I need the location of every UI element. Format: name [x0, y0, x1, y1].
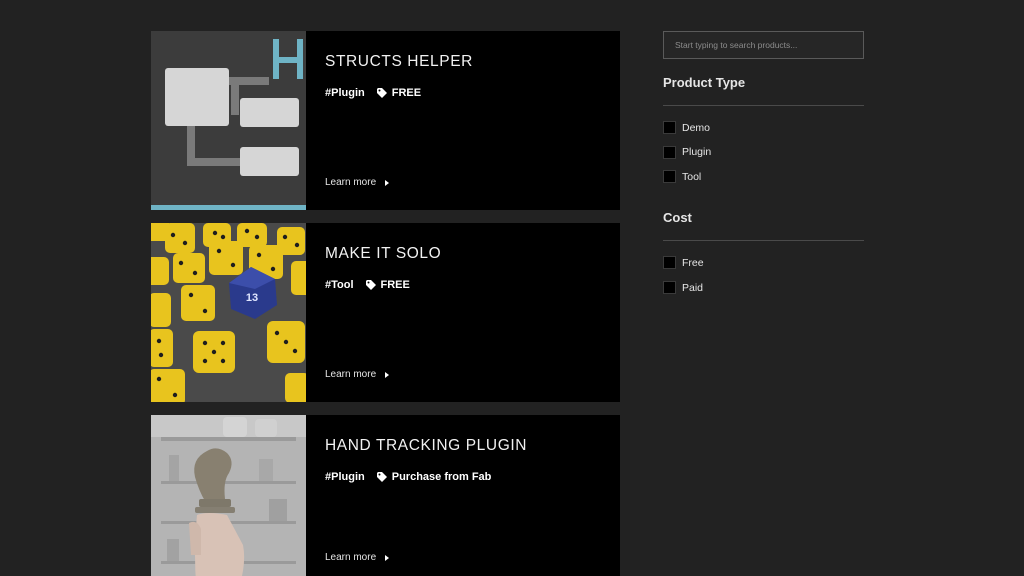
product-card: STRUCTS HELPER #Plugin FREE Learn more [151, 31, 620, 210]
learn-more-link[interactable]: Learn more [325, 177, 390, 188]
product-card: HAND TRACKING PLUGIN #Plugin Purchase fr… [151, 415, 620, 576]
learn-more-link[interactable]: Learn more [325, 369, 390, 380]
price-tag-icon [376, 472, 387, 482]
learn-more-label: Learn more [325, 177, 377, 188]
filter-option-demo[interactable]: Demo [663, 121, 864, 134]
learn-more-label: Learn more [325, 369, 377, 380]
price-tag-icon [365, 280, 376, 290]
divider [663, 105, 864, 106]
filter-option-plugin[interactable]: Plugin [663, 145, 864, 159]
search-input[interactable] [663, 31, 864, 59]
cost-heading: Cost [663, 210, 692, 226]
product-card-body: HAND TRACKING PLUGIN #Plugin Purchase fr… [306, 415, 620, 576]
filter-option-label: Free [682, 256, 704, 269]
category-tag[interactable]: #Plugin [325, 87, 365, 99]
filter-option-paid[interactable]: Paid [663, 281, 864, 295]
checkbox[interactable] [663, 256, 676, 270]
product-card-body: STRUCTS HELPER #Plugin FREE Learn more [306, 31, 620, 210]
filter-sidebar: Product Type Demo Plugin Tool Cost Free … [663, 31, 864, 306]
category-tag[interactable]: #Tool [325, 279, 354, 291]
filter-option-label: Demo [682, 121, 711, 134]
price-label: Purchase from Fab [391, 471, 492, 483]
struct-diagram-image[interactable] [151, 31, 306, 210]
filter-option-tool[interactable]: Tool [663, 170, 864, 184]
product-title[interactable]: MAKE IT SOLO [325, 245, 620, 263]
caret-right-icon [385, 554, 390, 561]
products-page: STRUCTS HELPER #Plugin FREE Learn more 1… [0, 0, 1024, 576]
product-title[interactable]: HAND TRACKING PLUGIN [325, 437, 620, 455]
svg-text:13: 13 [246, 292, 258, 304]
category-tag[interactable]: #Plugin [325, 471, 365, 483]
learn-more-label: Learn more [325, 552, 377, 563]
price-tag-icon [376, 88, 387, 98]
checkbox[interactable] [663, 121, 676, 134]
product-meta: #Plugin Purchase from Fab [325, 471, 620, 483]
price-label: FREE [391, 87, 422, 99]
product-card-body: MAKE IT SOLO #Tool FREE Learn more [306, 223, 620, 402]
product-card: 13 MAKE IT SOLO #Tool FREE Learn more [151, 223, 620, 402]
hand-chess-knight-image[interactable] [151, 415, 306, 576]
caret-right-icon [385, 179, 390, 186]
caret-right-icon [385, 371, 390, 378]
product-title[interactable]: STRUCTS HELPER [325, 53, 620, 71]
product-meta: #Tool FREE [325, 279, 620, 291]
product-meta: #Plugin FREE [325, 87, 620, 99]
checkbox[interactable] [663, 145, 676, 159]
filter-option-label: Paid [682, 281, 704, 294]
learn-more-link[interactable]: Learn more [325, 552, 390, 563]
divider [663, 240, 864, 242]
product-type-heading: Product Type [663, 75, 746, 90]
filter-option-free[interactable]: Free [663, 256, 864, 270]
checkbox[interactable] [663, 281, 676, 295]
product-list: STRUCTS HELPER #Plugin FREE Learn more 1… [151, 31, 620, 576]
filter-option-label: Tool [682, 170, 702, 183]
price-label: FREE [380, 279, 410, 291]
checkbox[interactable] [663, 170, 676, 184]
dice-image[interactable]: 13 [151, 223, 306, 402]
filter-option-label: Plugin [682, 146, 712, 159]
